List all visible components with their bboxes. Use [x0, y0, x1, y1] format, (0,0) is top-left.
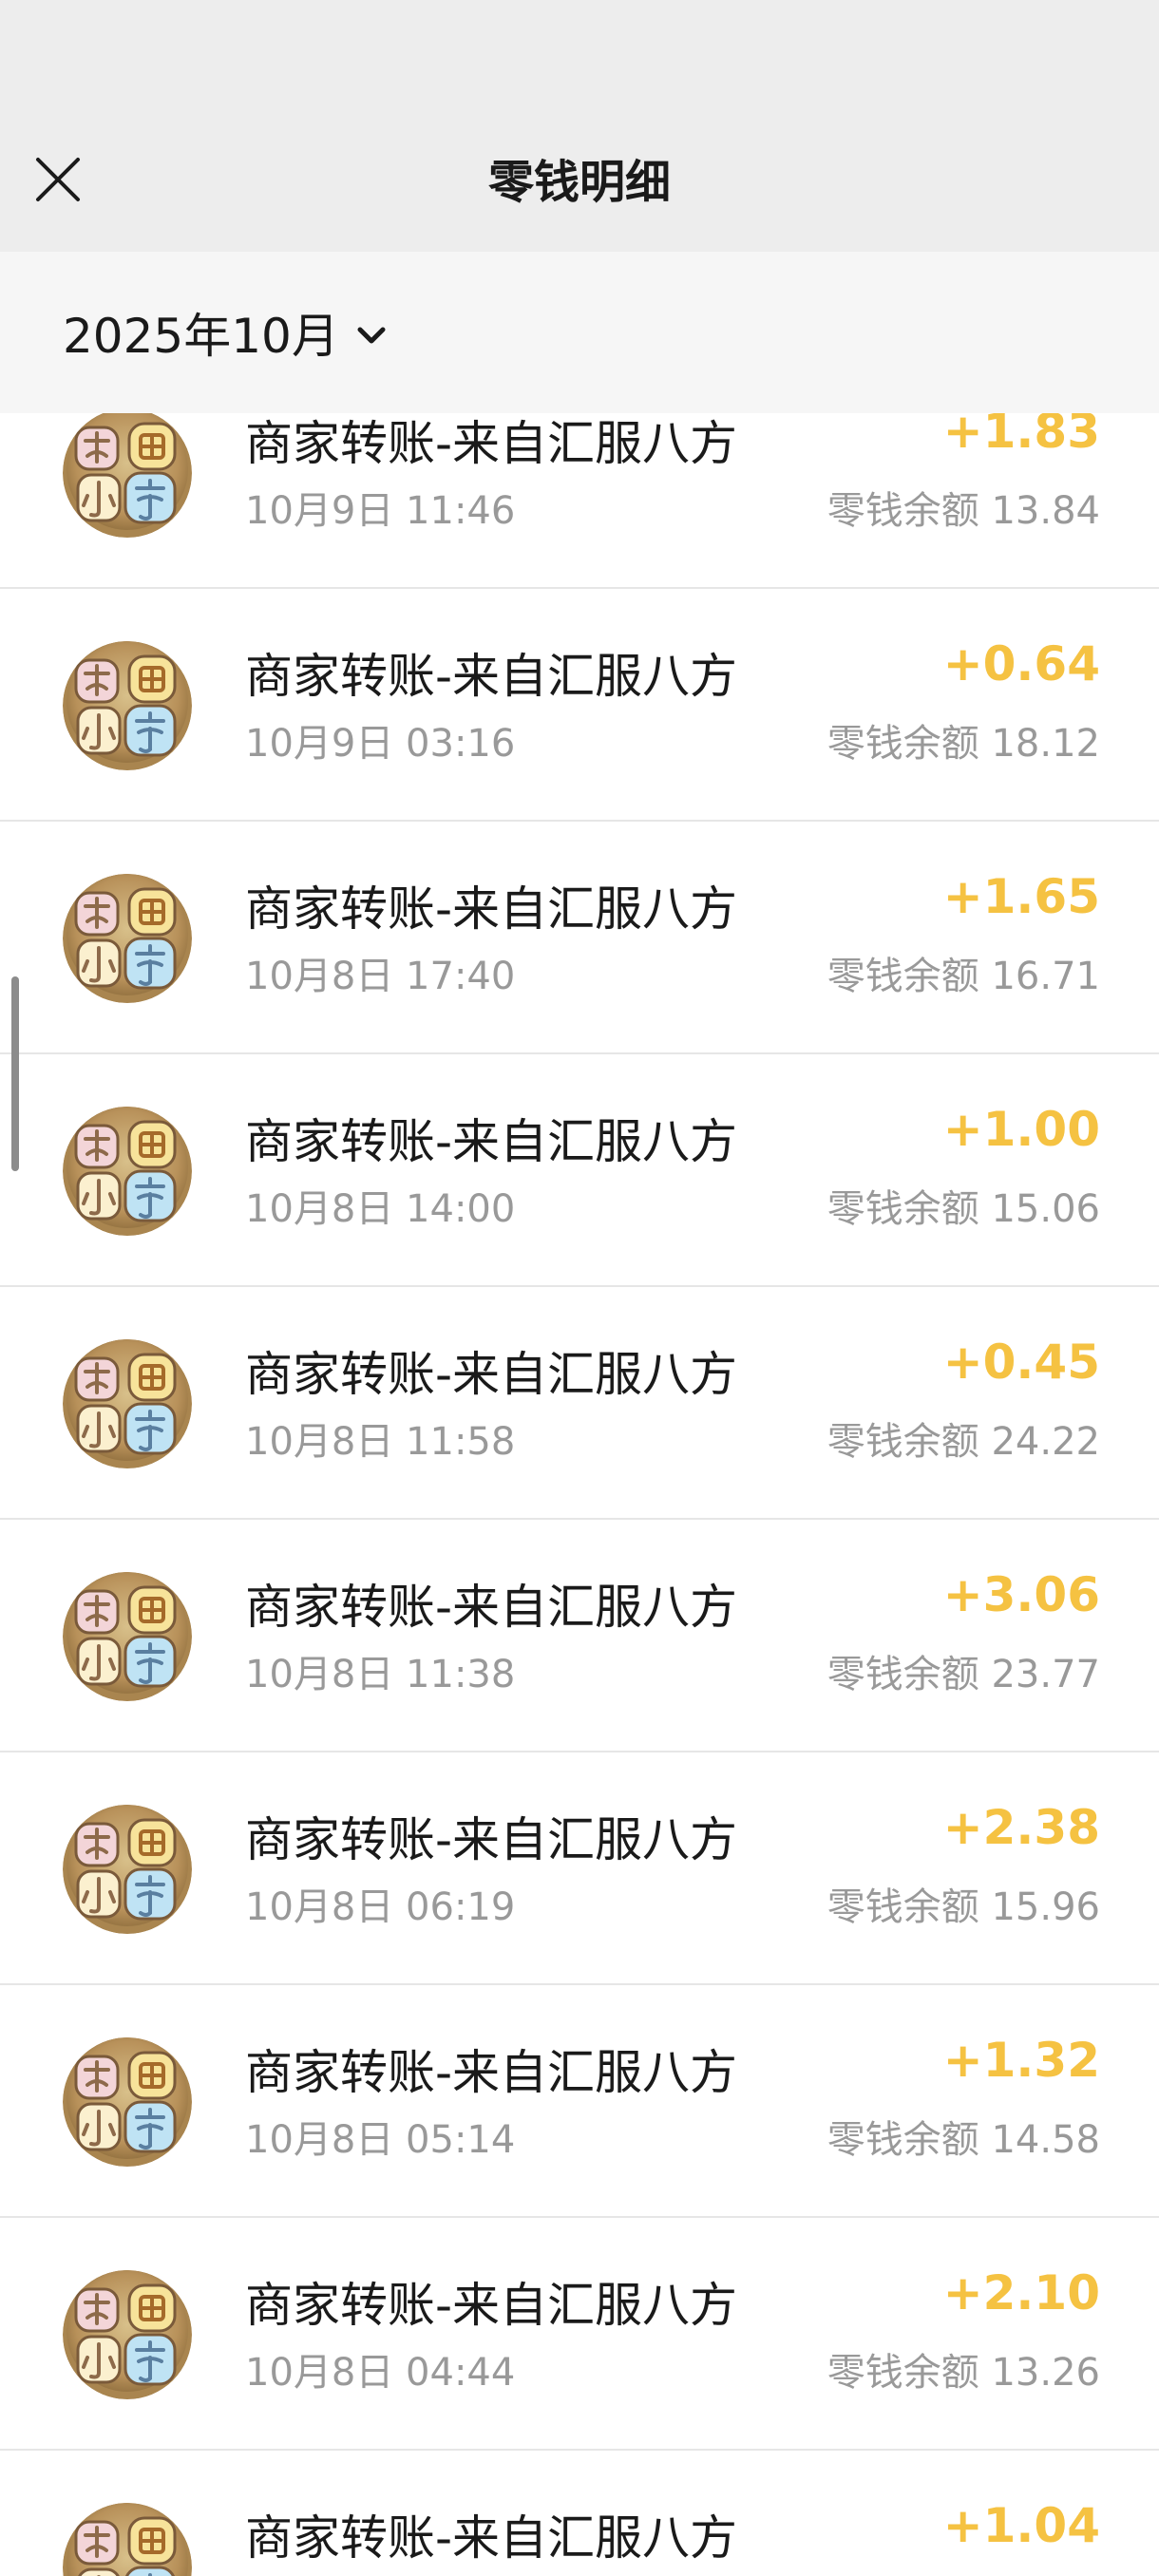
- merchant-avatar: [63, 641, 192, 770]
- transaction-row[interactable]: 商家转账-来自汇服八方 10月8日 14:00 +1.00 零钱余额 15.06: [0, 1054, 1159, 1287]
- transaction-amount: +3.06: [942, 1567, 1100, 1622]
- merchant-logo-icon: [63, 1805, 192, 1934]
- status-bar-area: [0, 0, 1159, 114]
- transaction-title: 商家转账-来自汇服八方: [245, 416, 738, 471]
- merchant-logo-icon: [63, 2270, 192, 2399]
- transaction-balance: 零钱余额 16.71: [826, 955, 1100, 998]
- transaction-title: 商家转账-来自汇服八方: [245, 1114, 738, 1169]
- merchant-avatar: [63, 1572, 192, 1701]
- merchant-logo-icon: [63, 1107, 192, 1236]
- transaction-amount: +2.38: [942, 1800, 1100, 1855]
- page-title: 零钱明细: [487, 156, 671, 209]
- transaction-time: 10月9日 11:46: [245, 489, 516, 533]
- merchant-avatar: [63, 874, 192, 1003]
- transaction-time: 10月8日 11:58: [245, 1420, 516, 1464]
- transaction-time: 10月8日 06:19: [245, 1885, 516, 1929]
- transaction-balance: 零钱余额 15.06: [826, 1187, 1100, 1231]
- merchant-logo-icon: [63, 2503, 192, 2576]
- transaction-row[interactable]: 商家转账-来自汇服八方 10月8日 17:40 +1.65 零钱余额 16.71: [0, 822, 1159, 1054]
- transaction-balance: 零钱余额 13.84: [826, 489, 1100, 533]
- transaction-amount: +1.32: [942, 2033, 1100, 2088]
- transaction-time: 10月8日 11:38: [245, 1653, 516, 1696]
- merchant-avatar: [63, 1339, 192, 1468]
- transaction-title: 商家转账-来自汇服八方: [245, 881, 738, 937]
- transaction-balance: 零钱余额 18.12: [826, 722, 1100, 766]
- transaction-row[interactable]: 商家转账-来自汇服八方 10月8日 06:19 +2.38 零钱余额 15.96: [0, 1752, 1159, 1985]
- merchant-logo-icon: [63, 874, 192, 1003]
- merchant-avatar: [63, 413, 192, 538]
- month-selector[interactable]: 2025年10月: [63, 252, 390, 413]
- merchant-avatar: [63, 2037, 192, 2167]
- transaction-time: 10月8日 17:40: [245, 955, 516, 998]
- transaction-row[interactable]: 商家转账-来自汇服八方 +1.04: [0, 2451, 1159, 2576]
- transaction-balance: 零钱余额 13.26: [826, 2351, 1100, 2395]
- transaction-title: 商家转账-来自汇服八方: [245, 1347, 738, 1402]
- merchant-avatar: [63, 2270, 192, 2399]
- transaction-balance: 零钱余额 24.22: [826, 1420, 1100, 1464]
- transaction-row[interactable]: 商家转账-来自汇服八方 10月8日 11:38 +3.06 零钱余额 23.77: [0, 1520, 1159, 1752]
- transaction-balance: 零钱余额 14.58: [826, 2118, 1100, 2162]
- transaction-row[interactable]: 商家转账-来自汇服八方 10月8日 11:58 +0.45 零钱余额 24.22: [0, 1287, 1159, 1520]
- merchant-avatar: [63, 2503, 192, 2576]
- merchant-logo-icon: [63, 413, 192, 538]
- transaction-row[interactable]: 商家转账-来自汇服八方 10月9日 03:16 +0.64 零钱余额 18.12: [0, 589, 1159, 822]
- transaction-title: 商家转账-来自汇服八方: [245, 1580, 738, 1635]
- transaction-amount: +1.65: [942, 869, 1100, 924]
- transaction-amount: +2.10: [942, 2265, 1100, 2320]
- merchant-logo-icon: [63, 2037, 192, 2167]
- transaction-row[interactable]: 商家转账-来自汇服八方 10月9日 11:46 +1.83 零钱余额 13.84: [0, 413, 1159, 589]
- transaction-time: 10月8日 05:14: [245, 2118, 516, 2162]
- merchant-logo-icon: [63, 641, 192, 770]
- transaction-amount: +1.83: [942, 413, 1100, 459]
- transaction-balance: 零钱余额 23.77: [826, 1653, 1100, 1696]
- transaction-balance: 零钱余额 15.96: [826, 1885, 1100, 1929]
- transaction-row[interactable]: 商家转账-来自汇服八方 10月8日 05:14 +1.32 零钱余额 14.58: [0, 1985, 1159, 2218]
- transaction-time: 10月9日 03:16: [245, 722, 516, 766]
- transaction-title: 商家转账-来自汇服八方: [245, 1812, 738, 1867]
- transaction-title: 商家转账-来自汇服八方: [245, 2045, 738, 2100]
- merchant-avatar: [63, 1805, 192, 1934]
- transaction-amount: +1.04: [942, 2498, 1100, 2553]
- transaction-title: 商家转账-来自汇服八方: [245, 649, 738, 704]
- merchant-avatar: [63, 1107, 192, 1236]
- month-label: 2025年10月: [63, 309, 339, 364]
- transaction-amount: +0.64: [942, 636, 1100, 691]
- transaction-amount: +1.00: [942, 1102, 1100, 1157]
- scroll-indicator: [11, 976, 19, 1171]
- transaction-row[interactable]: 商家转账-来自汇服八方 10月8日 04:44 +2.10 零钱余额 13.26: [0, 2218, 1159, 2451]
- transaction-title: 商家转账-来自汇服八方: [245, 2278, 738, 2333]
- merchant-logo-icon: [63, 1572, 192, 1701]
- chevron-down-icon: [357, 327, 386, 344]
- merchant-logo-icon: [63, 1339, 192, 1468]
- transaction-title: 商家转账-来自汇服八方: [245, 2510, 738, 2566]
- nav-header: 零钱明细: [0, 114, 1159, 252]
- transaction-time: 10月8日 04:44: [245, 2351, 516, 2395]
- transaction-amount: +0.45: [942, 1335, 1100, 1390]
- month-filter-bar: 2025年10月: [0, 252, 1159, 413]
- transaction-list[interactable]: 商家转账-来自汇服八方 10月9日 11:46 +1.83 零钱余额 13.84: [0, 413, 1159, 2576]
- transaction-time: 10月8日 14:00: [245, 1187, 516, 1231]
